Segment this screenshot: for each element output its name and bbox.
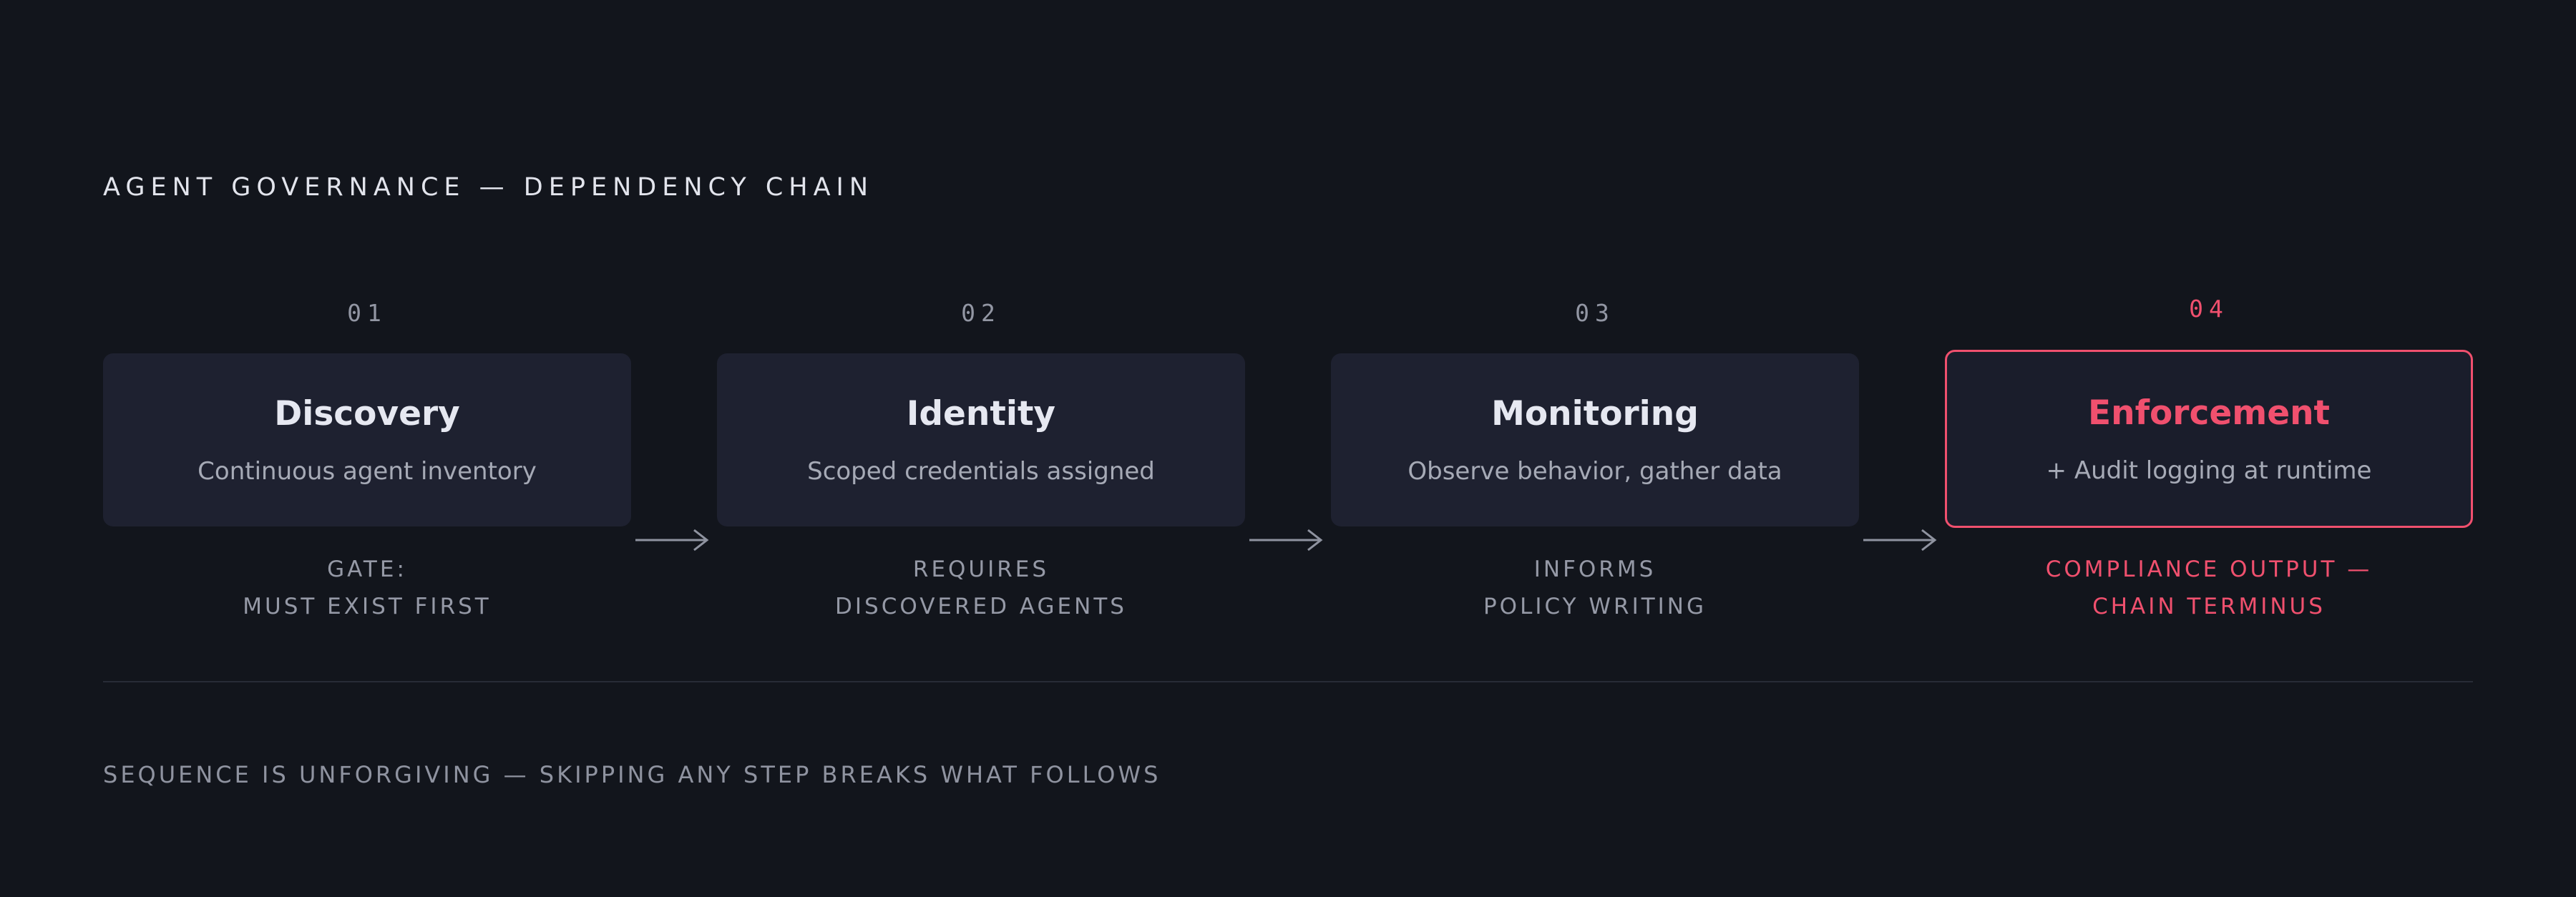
step-note-line: INFORMS: [1533, 557, 1657, 582]
step-description: + Audit logging at runtime: [2046, 456, 2372, 485]
step-description: Scoped credentials assigned: [807, 457, 1155, 486]
step-note-line: GATE:: [327, 557, 407, 582]
page-title: AGENT GOVERNANCE — DEPENDENCY CHAIN: [103, 173, 874, 202]
step-card-monitoring: Monitoring Observe behavior, gather data: [1331, 353, 1859, 526]
step-note-line: COMPLIANCE OUTPUT —: [2045, 557, 2373, 582]
step-number: 01: [347, 299, 387, 327]
step-note-line: MUST EXIST FIRST: [243, 594, 492, 619]
step-description: Continuous agent inventory: [197, 457, 537, 486]
step-note: REQUIRES DISCOVERED AGENTS: [717, 551, 1245, 625]
step-note: GATE: MUST EXIST FIRST: [103, 551, 631, 625]
arrow-right-icon: [635, 529, 709, 552]
step-number: 02: [961, 299, 1001, 327]
divider: [103, 681, 2473, 682]
step-card-identity: Identity Scoped credentials assigned: [717, 353, 1245, 526]
step-note: INFORMS POLICY WRITING: [1331, 551, 1859, 625]
step-title: Discovery: [274, 394, 460, 433]
arrow-right-icon: [1249, 529, 1323, 552]
step-description: Observe behavior, gather data: [1407, 457, 1782, 486]
step-note-line: DISCOVERED AGENTS: [835, 594, 1127, 619]
arrow-right-icon: [1863, 529, 1937, 552]
step-title: Monitoring: [1491, 394, 1699, 433]
step-card-enforcement: Enforcement + Audit logging at runtime: [1945, 350, 2473, 528]
step-note: COMPLIANCE OUTPUT — CHAIN TERMINUS: [1945, 551, 2473, 625]
step-note-line: CHAIN TERMINUS: [2092, 594, 2326, 619]
step-number: 03: [1575, 299, 1615, 327]
footer-note: SEQUENCE IS UNFORGIVING — SKIPPING ANY S…: [103, 761, 1161, 788]
step-title: Identity: [906, 394, 1056, 433]
step-title: Enforcement: [2088, 393, 2330, 433]
step-number: 04: [2189, 295, 2229, 323]
step-note-line: POLICY WRITING: [1483, 594, 1707, 619]
step-card-discovery: Discovery Continuous agent inventory: [103, 353, 631, 526]
step-note-line: REQUIRES: [912, 557, 1050, 582]
